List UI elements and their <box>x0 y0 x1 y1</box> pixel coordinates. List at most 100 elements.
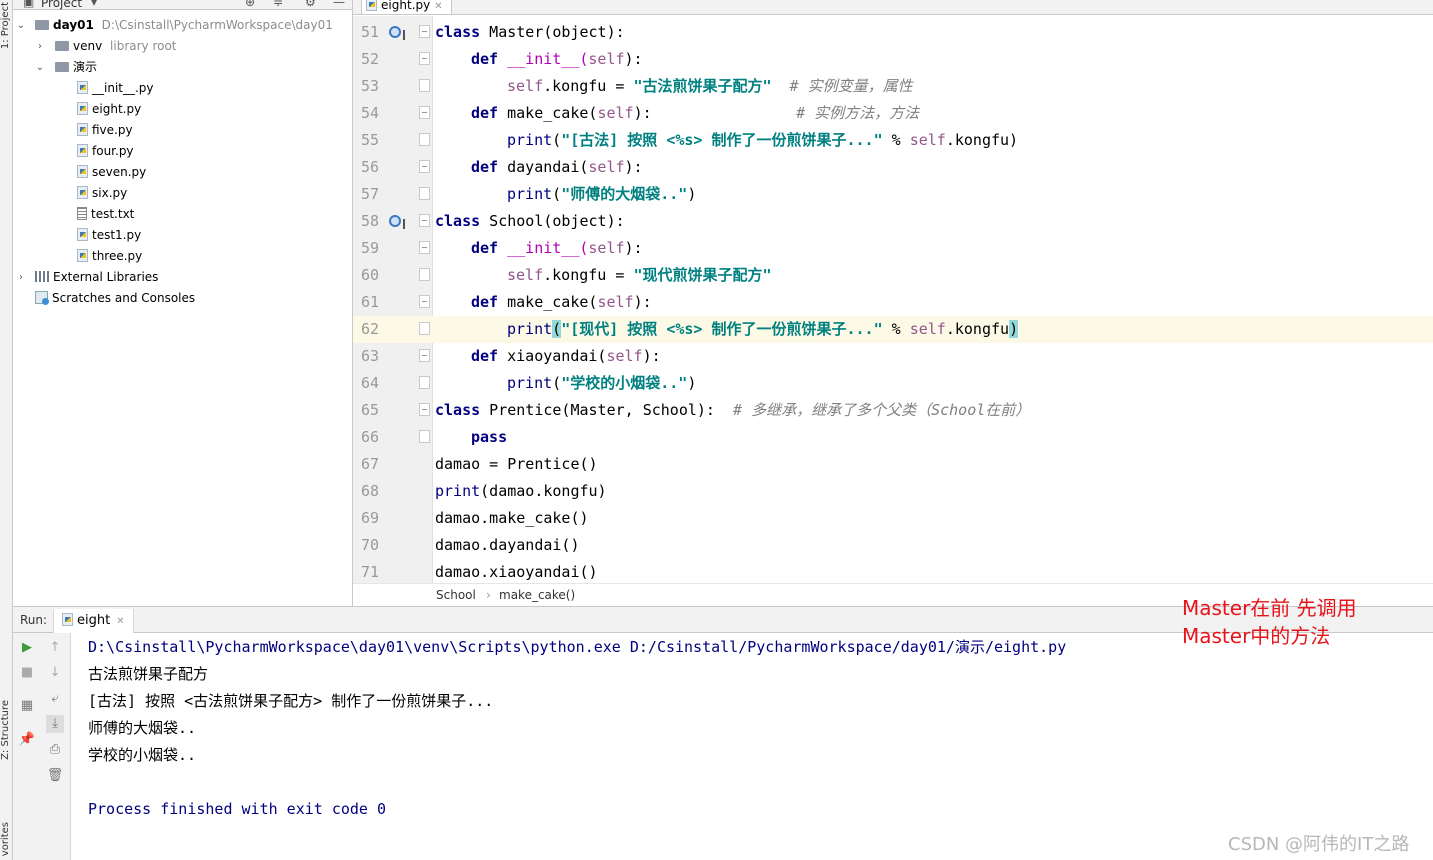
trash-icon[interactable]: 🗑 <box>46 767 64 785</box>
close-icon[interactable]: ✕ <box>434 1 442 12</box>
fold-marker-icon[interactable] <box>419 52 430 65</box>
python-file-icon <box>77 123 88 136</box>
tree-file-three[interactable]: three.py <box>77 246 142 267</box>
keyword: def <box>471 50 499 68</box>
builtin-function: print <box>435 482 481 500</box>
scroll-up-icon[interactable]: ↑ <box>46 639 64 657</box>
code-text: ( <box>552 374 562 392</box>
line-number: 51 <box>360 23 379 41</box>
collapse-all-icon[interactable]: ≑ <box>273 0 283 9</box>
scratches-icon <box>35 291 49 305</box>
tree-file-init[interactable]: __init__.py <box>77 78 154 99</box>
tree-file-five[interactable]: five.py <box>77 120 133 141</box>
line-number: 66 <box>360 428 379 446</box>
code-text: xiaoyandai( <box>498 347 607 365</box>
line-number: 65 <box>360 401 379 419</box>
structure-tool-tab[interactable]: Z: Structure <box>0 700 13 760</box>
fold-marker-icon[interactable] <box>419 349 430 362</box>
fold-marker-icon[interactable] <box>419 160 430 173</box>
code-line[interactable]: 53 self.kongfu = "古法煎饼果子配方" # 实例变量，属性 <box>353 73 1433 100</box>
locate-file-icon[interactable]: ⊕ <box>245 0 255 9</box>
code-line[interactable]: 57 print("师傅的大烟袋..") <box>353 181 1433 208</box>
tree-file-test1[interactable]: test1.py <box>77 225 141 246</box>
code-line[interactable]: 71 damao.xiaoyandai() <box>353 559 1433 583</box>
breadcrumb-item-method[interactable]: make_cake() <box>499 584 575 607</box>
console-output-line: [古法] 按照 <古法煎饼果子配方> 制作了一份煎饼果子... <box>88 692 494 710</box>
code-line[interactable]: 58 class School(object): <box>353 208 1433 235</box>
pin-icon[interactable]: 📌 <box>18 731 36 749</box>
stop-icon[interactable]: ■ <box>18 664 36 682</box>
view-dropdown-icon[interactable]: ▾ <box>91 0 97 9</box>
run-console[interactable]: D:\Csinstall\PycharmWorkspace\day01\venv… <box>71 633 1433 860</box>
code-line[interactable]: 59 def __init__(self): <box>353 235 1433 262</box>
code-text: ): <box>624 239 643 257</box>
chevron-down-icon[interactable]: ⌄ <box>15 15 27 36</box>
run-tab-eight[interactable]: eight ✕ <box>53 609 134 633</box>
keyword: def <box>471 293 499 311</box>
overridden-method-icon[interactable] <box>389 215 405 229</box>
project-tool-tab[interactable]: 1: Project <box>0 2 13 49</box>
hide-panel-icon[interactable]: — <box>333 0 345 9</box>
code-line[interactable]: 60 self.kongfu = "现代煎饼果子配方" <box>353 262 1433 289</box>
code-comment: # 多继承，继承了多个父类（School在前） <box>714 401 1031 419</box>
tree-file-seven[interactable]: seven.py <box>77 162 146 183</box>
tree-file-eight[interactable]: eight.py <box>77 99 141 120</box>
tree-file-six[interactable]: six.py <box>77 183 127 204</box>
chevron-right-icon[interactable]: › <box>15 267 27 288</box>
code-line[interactable]: 65 class Prentice(Master, School): # 多继承… <box>353 397 1433 424</box>
favorites-tool-tab[interactable]: vorites <box>0 822 13 856</box>
rerun-icon[interactable]: ▶ <box>18 639 36 657</box>
fold-marker-icon[interactable] <box>419 241 430 254</box>
breadcrumb-item-class[interactable]: School <box>436 584 476 607</box>
editor-tab-eight[interactable]: eight.py ✕ <box>361 0 452 14</box>
code-editor[interactable]: 51 class Master(object): 52 def __init__… <box>353 16 1433 583</box>
code-line[interactable]: 70 damao.dayandai() <box>353 532 1433 559</box>
fold-marker-icon[interactable] <box>419 403 430 416</box>
chevron-down-icon[interactable]: ⌄ <box>34 57 46 78</box>
fold-end-icon <box>419 322 430 335</box>
code-line[interactable]: 68 print(damao.kongfu) <box>353 478 1433 505</box>
fold-marker-icon[interactable] <box>419 25 430 38</box>
soft-wrap-icon[interactable]: ⤶ <box>46 690 64 708</box>
project-panel-header: ▣ Project ▾ ⊕ ≑ ⚙ — <box>13 0 352 10</box>
code-line[interactable]: 52 def __init__(self): <box>353 46 1433 73</box>
code-line[interactable]: 55 print("[古法] 按照 <%s> 制作了一份煎饼果子..." % s… <box>353 127 1433 154</box>
code-line[interactable]: 51 class Master(object): <box>353 19 1433 46</box>
code-line[interactable]: 56 def dayandai(self): <box>353 154 1433 181</box>
print-icon[interactable]: ⎙ <box>46 741 64 759</box>
tree-file-four[interactable]: four.py <box>77 141 134 162</box>
tree-file-test-txt[interactable]: test.txt <box>77 204 134 225</box>
code-line[interactable]: 67 damao = Prentice() <box>353 451 1433 478</box>
settings-gear-icon[interactable]: ⚙ <box>305 0 316 9</box>
project-panel-title[interactable]: Project <box>41 0 82 10</box>
fold-marker-icon[interactable] <box>419 106 430 119</box>
fold-marker-icon[interactable] <box>419 295 430 308</box>
line-number: 68 <box>360 482 379 500</box>
layout-icon[interactable]: ▦ <box>18 697 36 715</box>
left-tool-strip: 1: Project Z: Structure vorites <box>0 0 13 860</box>
python-file-icon <box>77 102 88 115</box>
scroll-down-icon[interactable]: ↓ <box>46 664 64 682</box>
code-line[interactable]: 66 pass <box>353 424 1433 451</box>
file-name: five.py <box>92 123 133 137</box>
scroll-to-end-icon[interactable]: ⤓ <box>46 715 64 733</box>
self-keyword: self <box>507 77 544 95</box>
console-output-line: 师傅的大烟袋.. <box>88 719 197 737</box>
code-line[interactable]: 69 damao.make_cake() <box>353 505 1433 532</box>
file-name: three.py <box>92 249 143 263</box>
code-line[interactable]: 54 def make_cake(self): # 实例方法，方法 <box>353 100 1433 127</box>
code-line[interactable]: 64 print("学校的小烟袋..") <box>353 370 1433 397</box>
overridden-method-icon[interactable] <box>389 26 405 40</box>
folder-icon <box>55 41 69 51</box>
code-line-current[interactable]: 62 print("[现代] 按照 <%s> 制作了一份煎饼果子..." % s… <box>353 316 1433 343</box>
root-folder-path: D:\Csinstall\PycharmWorkspace\day01 <box>101 18 333 32</box>
tree-scratches[interactable]: Scratches and Consoles <box>35 288 195 309</box>
code-line[interactable]: 61 def make_cake(self): <box>353 289 1433 316</box>
code-text: ) <box>687 185 697 203</box>
code-line[interactable]: 63 def xiaoyandai(self): <box>353 343 1433 370</box>
chevron-right-icon[interactable]: › <box>34 36 46 57</box>
python-file-icon <box>77 165 88 178</box>
close-icon[interactable]: ✕ <box>116 616 124 627</box>
file-name: eight.py <box>92 102 142 116</box>
fold-marker-icon[interactable] <box>419 214 430 227</box>
